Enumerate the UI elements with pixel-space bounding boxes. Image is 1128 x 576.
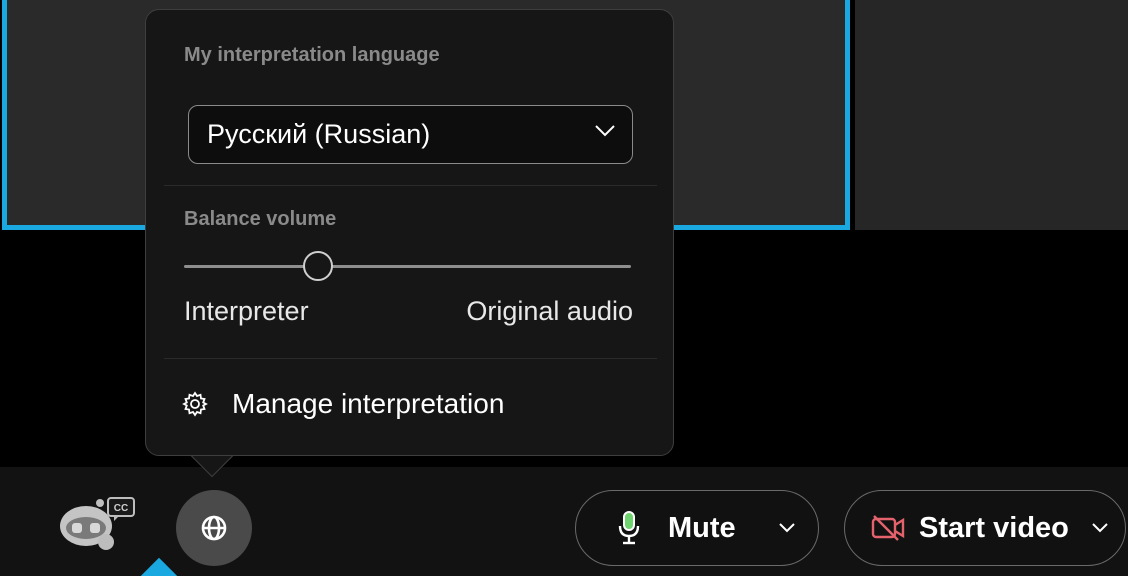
start-video-button[interactable]: Start video [844,490,1126,566]
ai-assistant-button[interactable]: CC [58,494,142,554]
ai-assistant-cc-icon: CC [60,497,135,550]
original-audio-label: Original audio [466,296,633,326]
start-video-label: Start video [919,511,1069,544]
interpretation-button[interactable] [176,490,252,566]
interpreter-label: Interpreter [184,296,309,326]
divider [164,358,657,359]
balance-volume-heading: Balance volume [184,208,337,230]
balance-volume-slider-thumb[interactable] [303,251,334,281]
interpretation-popover: My interpretation language Русский (Russ… [145,9,674,456]
language-heading: My interpretation language [184,44,440,66]
gear-icon [182,391,208,417]
microphone-icon [618,510,640,546]
mute-button[interactable]: Mute [575,490,819,566]
selected-language: Русский (Russian) [207,119,431,149]
balance-volume-slider[interactable] [184,265,631,268]
cc-badge-text: CC [114,503,128,514]
video-options-chevron-icon[interactable] [1091,522,1109,534]
participant-video-tile[interactable] [855,0,1128,230]
meeting-window: CC Mute Start video My interpretation la… [0,0,1128,576]
interpretation-language-select[interactable]: Русский (Russian) [188,105,633,164]
video-off-icon [871,514,905,542]
manage-interpretation-label: Manage interpretation [232,388,505,419]
globe-icon [201,515,227,541]
mute-options-chevron-icon[interactable] [778,522,796,534]
mute-label: Mute [668,511,736,544]
manage-interpretation-item[interactable]: Manage interpretation [182,382,504,426]
chevron-down-icon [594,124,616,143]
divider [164,185,657,186]
